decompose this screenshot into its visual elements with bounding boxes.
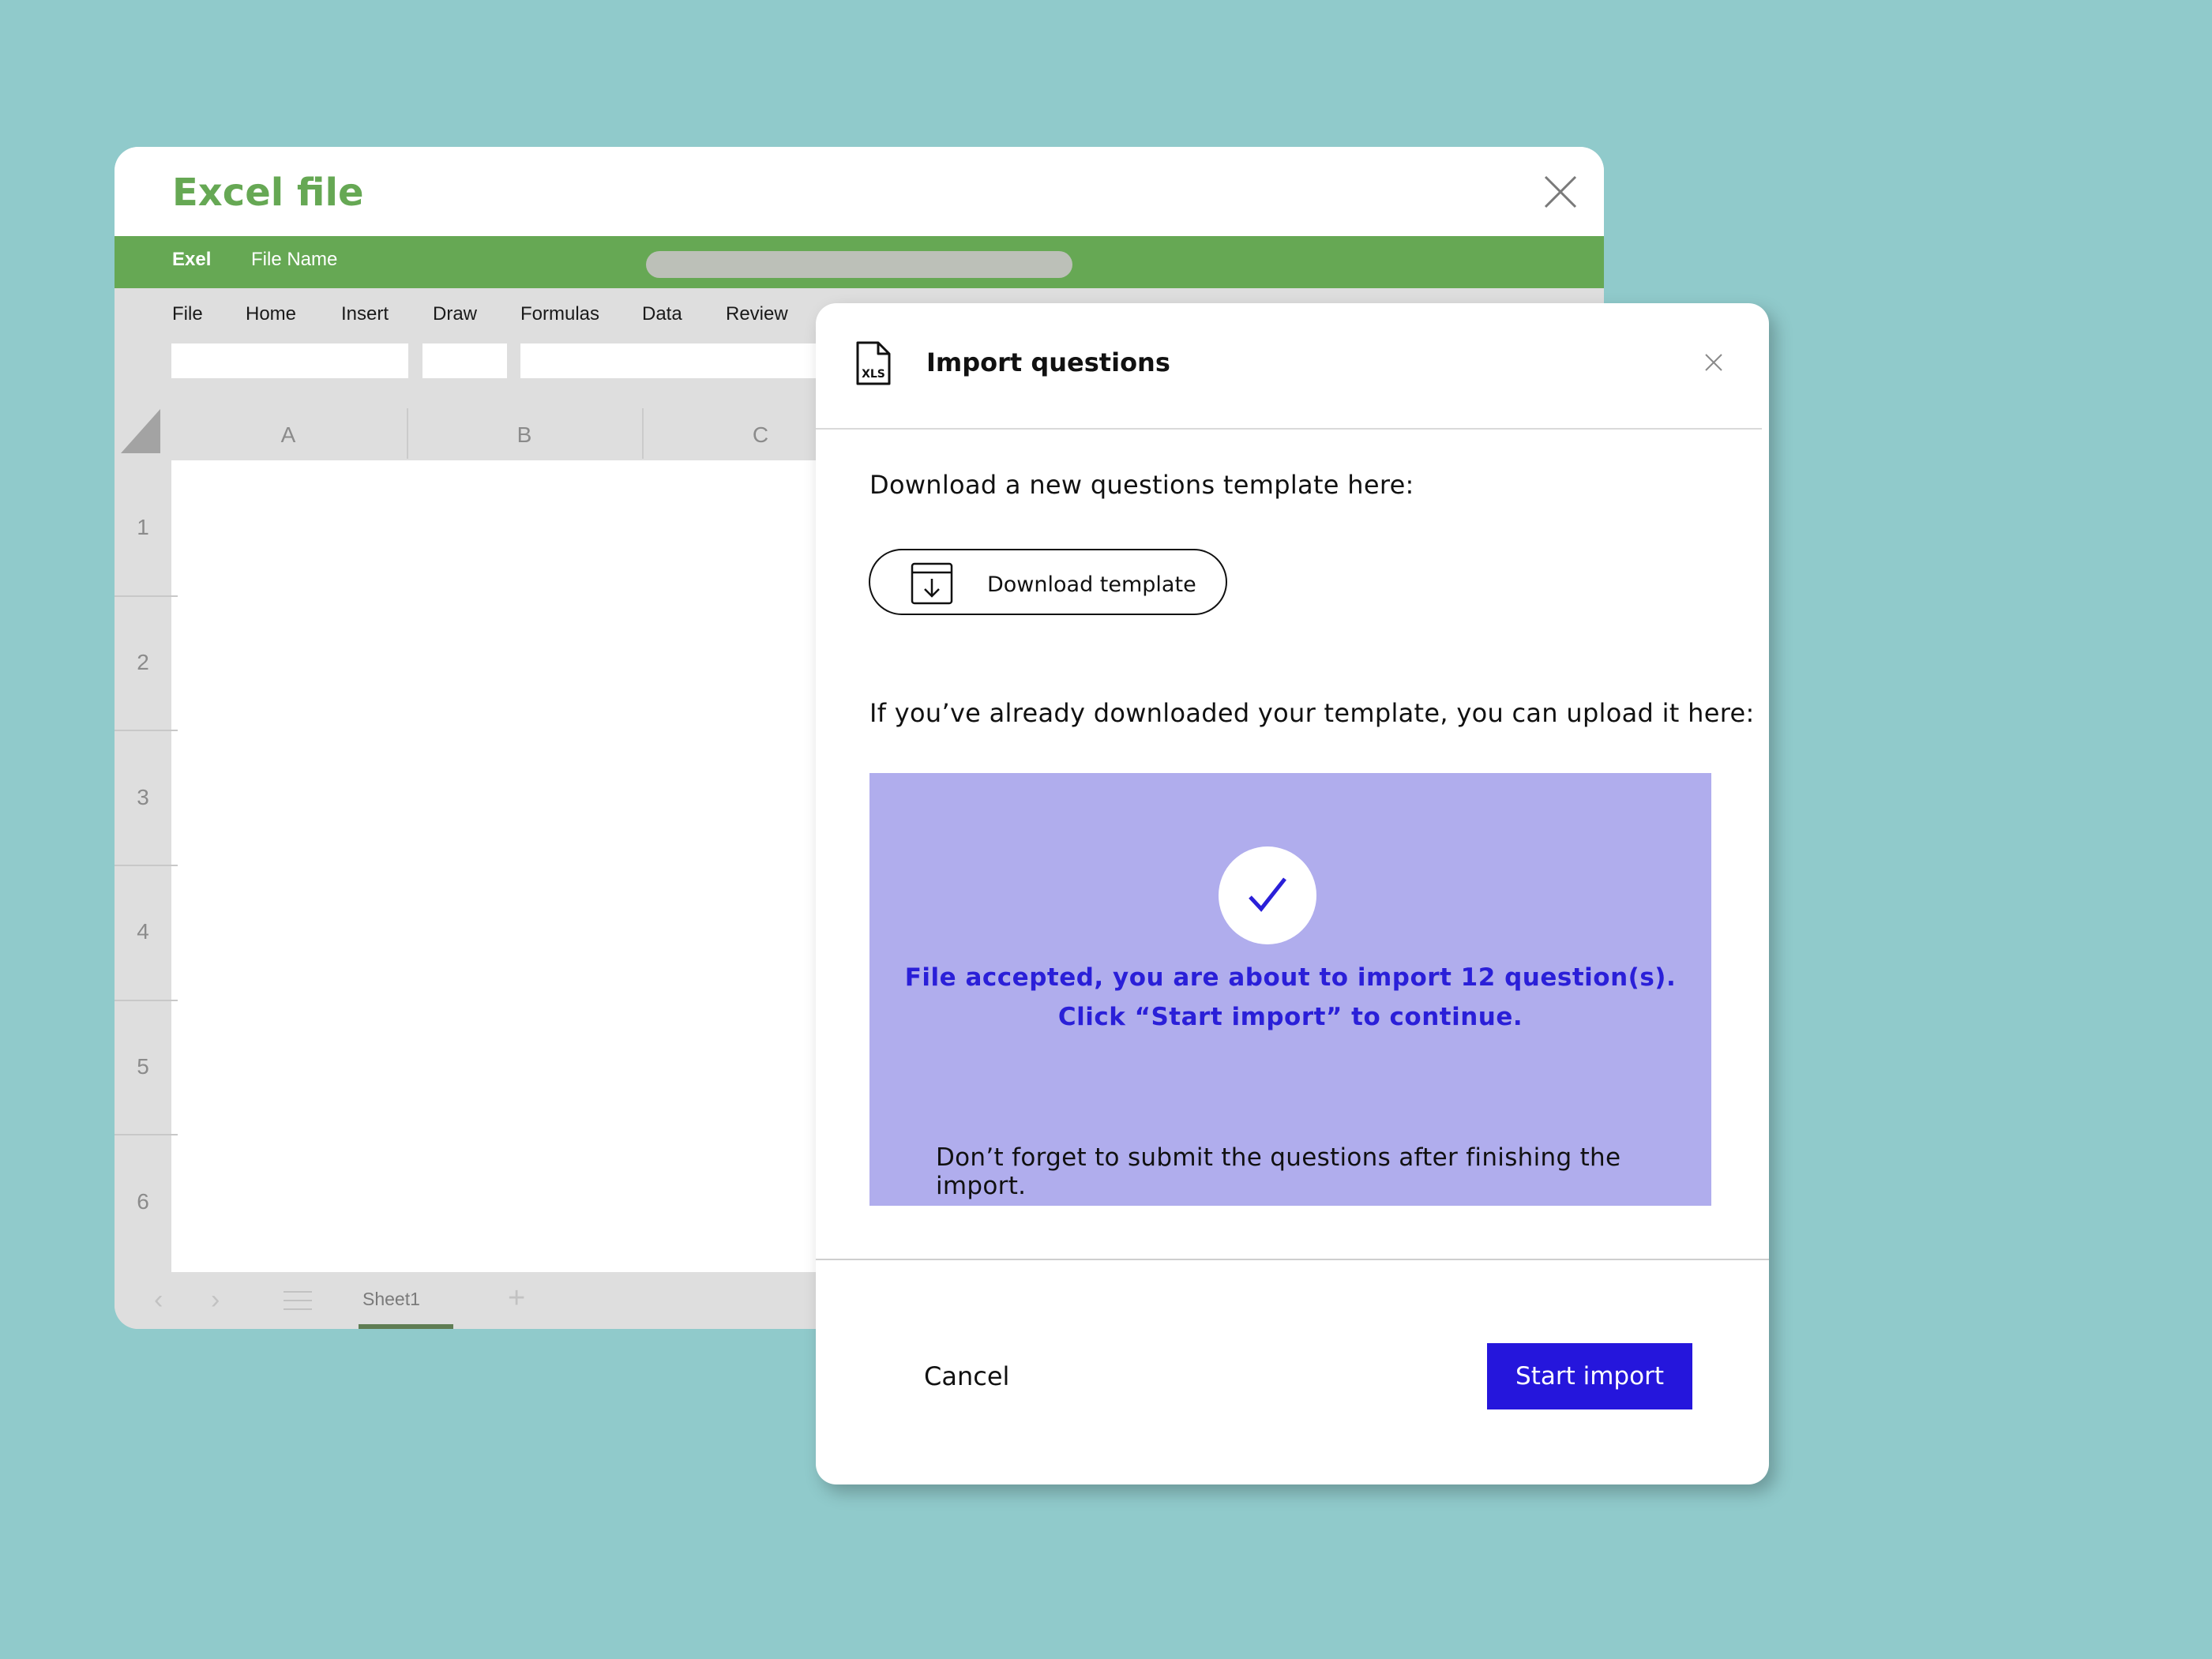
row-divider [115,595,178,597]
success-badge [1219,846,1316,944]
dialog-title: Import questions [926,347,1170,377]
cancel-button[interactable]: Cancel [924,1361,1009,1391]
row-header-5[interactable]: 5 [115,1054,171,1079]
excel-titlebar: Excel file [115,147,1604,236]
add-sheet-icon[interactable]: + [508,1282,525,1316]
download-template-button[interactable]: Download template [869,549,1227,615]
menu-insert[interactable]: Insert [341,303,389,325]
menu-review[interactable]: Review [726,303,788,325]
row-divider [115,730,178,731]
column-header-c[interactable]: C [745,422,776,448]
download-template-label: Download template [987,572,1196,597]
row-header-4[interactable]: 4 [115,919,171,944]
sheet-list-icon[interactable] [282,1289,314,1319]
menu-draw[interactable]: Draw [433,303,477,325]
upload-dropzone[interactable]: File accepted, you are about to import 1… [869,773,1711,1206]
close-icon[interactable] [1703,352,1724,377]
name-box[interactable] [171,343,408,378]
column-header-b[interactable]: B [509,422,540,448]
menu-home[interactable]: Home [246,303,296,325]
row-header-1[interactable]: 1 [115,515,171,540]
sheet-tab-sheet1[interactable]: Sheet1 [362,1289,420,1310]
menu-data[interactable]: Data [642,303,682,325]
search-bar[interactable] [646,251,1072,278]
prev-sheet-icon[interactable]: ‹ [154,1285,163,1316]
xls-file-icon: XLS [853,340,894,390]
menu-formulas[interactable]: Formulas [520,303,599,325]
excel-window-title: Excel file [172,171,364,215]
row-header-3[interactable]: 3 [115,785,171,810]
upload-prompt: If you’ve already downloaded your templa… [869,698,1755,728]
row-divider [115,1000,178,1001]
download-icon [910,561,954,610]
app-name: Exel [172,249,212,270]
row-divider [115,1134,178,1135]
row-divider [115,865,178,866]
submit-reminder: Don’t forget to submit the questions aft… [936,1143,1621,1200]
select-all-corner-icon[interactable] [121,409,160,457]
import-questions-dialog: XLS Import questions Download a new ques… [816,303,1769,1484]
checkmark-icon [1249,877,1286,912]
close-icon[interactable] [1542,174,1579,210]
row-header-2[interactable]: 2 [115,650,171,675]
xls-file-icon-label: XLS [862,368,885,381]
active-sheet-indicator [359,1324,453,1329]
accepted-message-line1: File accepted, you are about to import 1… [904,963,1677,992]
start-import-button[interactable]: Start import [1487,1343,1692,1409]
function-box[interactable] [422,343,507,378]
excel-app-bar: Exel File Name [115,236,1604,288]
menu-file[interactable]: File [172,303,203,325]
footer-divider [816,1259,1769,1260]
accepted-message-line2: Click “Start import” to continue. [1057,1003,1523,1031]
download-prompt: Download a new questions template here: [869,470,1414,500]
next-sheet-icon[interactable]: › [211,1285,220,1316]
header-divider [816,428,1762,430]
row-header-6[interactable]: 6 [115,1189,171,1214]
column-divider[interactable] [642,408,644,459]
column-divider[interactable] [407,408,408,459]
column-header-a[interactable]: A [272,422,304,448]
file-name[interactable]: File Name [251,249,337,271]
